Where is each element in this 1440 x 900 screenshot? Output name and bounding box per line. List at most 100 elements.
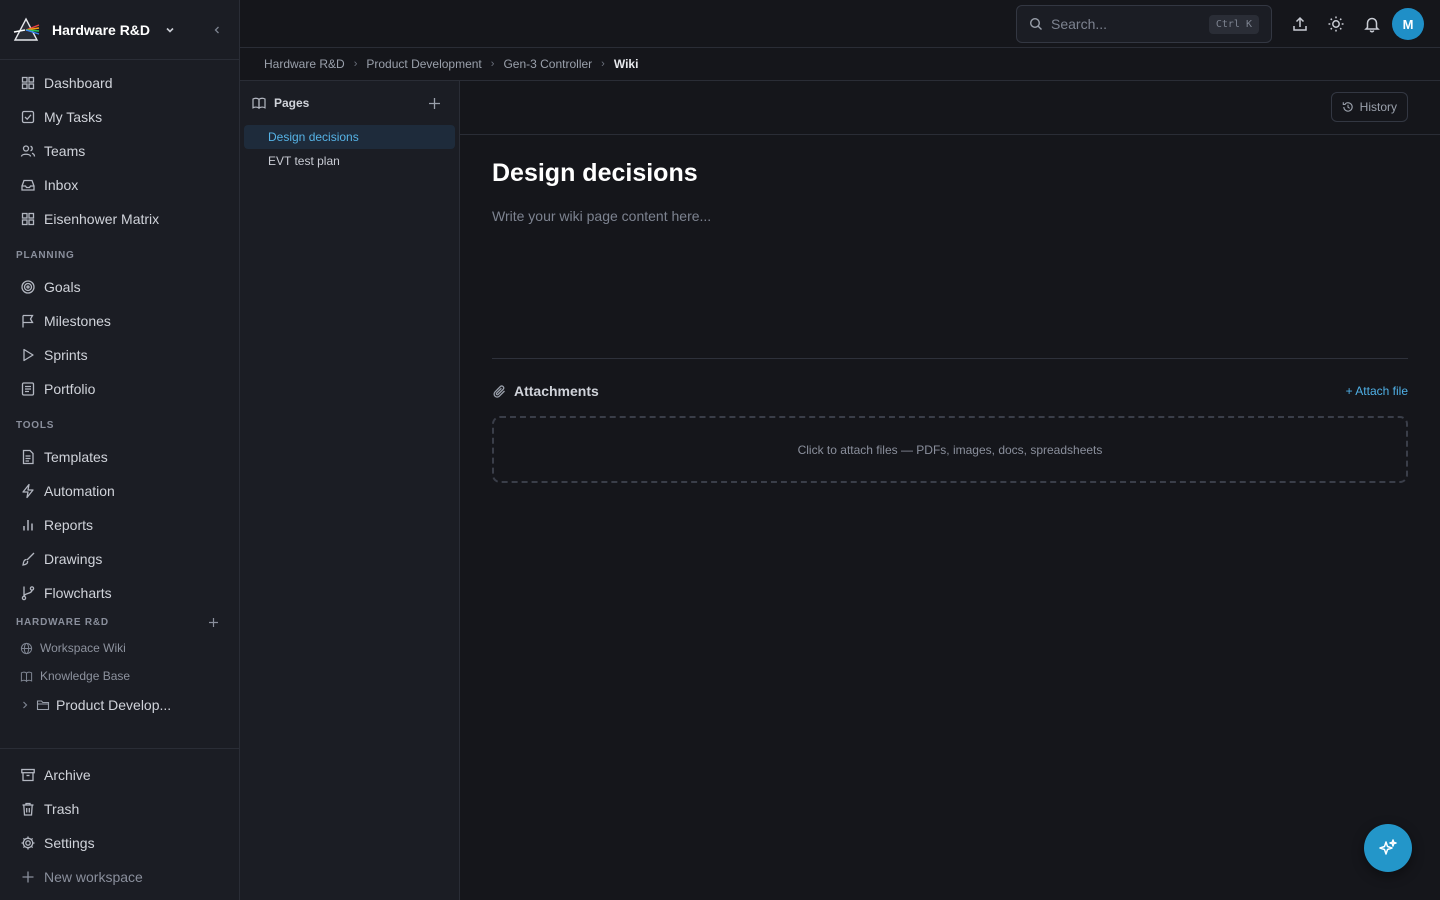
chevron-right-icon[interactable] (20, 700, 30, 710)
nav-teams[interactable]: Teams (0, 134, 239, 168)
page-title[interactable]: Design decisions (492, 159, 698, 188)
sparkles-icon (1379, 839, 1397, 855)
nav-portfolio[interactable]: Portfolio (0, 372, 239, 406)
breadcrumb-item-subproject[interactable]: Gen-3 Controller (503, 57, 592, 71)
workspace-switcher[interactable]: Hardware R&D (0, 0, 239, 60)
git-branch-icon (21, 586, 35, 601)
pages-header: Pages (240, 81, 459, 125)
nav-trash[interactable]: Trash (0, 792, 239, 826)
upload-icon[interactable] (1291, 15, 1309, 33)
users-icon (20, 145, 36, 157)
search-shortcut-badge: Ctrl K (1208, 14, 1259, 34)
attach-file-link[interactable]: + Attach file (1346, 384, 1408, 398)
section-label-workspace: HARDWARE R&D (16, 616, 109, 628)
sidebar-bottom-nav: Archive Trash Settings New workspace (0, 748, 239, 894)
nav-sprints[interactable]: Sprints (0, 338, 239, 372)
pages-title: Pages (274, 96, 310, 110)
page-item-design-decisions[interactable]: Design decisions (244, 125, 455, 149)
nav-label: Milestones (44, 313, 111, 329)
nav-label: Templates (44, 449, 108, 465)
nav-settings[interactable]: Settings (0, 826, 239, 860)
tree-item-product-development[interactable]: Product Develop... (0, 690, 239, 720)
nav-label: New workspace (44, 869, 143, 885)
breadcrumb-item-project[interactable]: Product Development (366, 57, 481, 71)
nav-templates[interactable]: Templates (0, 440, 239, 474)
dashboard-icon (21, 76, 35, 90)
attachment-dropzone[interactable]: Click to attach files — PDFs, images, do… (492, 416, 1408, 483)
nav-label: Goals (44, 279, 81, 295)
grid-icon (21, 212, 35, 226)
ai-assistant-button[interactable] (1364, 824, 1412, 872)
nav-label: Trash (44, 801, 80, 817)
nav-label: My Tasks (44, 109, 103, 125)
archive-icon (21, 768, 35, 782)
portfolio-icon (21, 382, 35, 396)
tree-item-label: Product Develop... (56, 697, 172, 713)
search-placeholder: Search... (1051, 16, 1108, 32)
main-nav: Dashboard My Tasks Teams Inbox Eisenhowe… (0, 60, 239, 720)
nav-eisenhower-matrix[interactable]: Eisenhower Matrix (0, 202, 239, 236)
add-page-plus-icon[interactable] (428, 97, 441, 110)
book-open-icon (252, 97, 266, 110)
search-input[interactable]: Search... Ctrl K (1016, 5, 1272, 43)
new-workspace-button[interactable]: New workspace (0, 860, 239, 894)
inbox-icon (21, 179, 35, 191)
workspace-name: Hardware R&D (52, 21, 151, 38)
nav-automation[interactable]: Automation (0, 474, 239, 508)
attachments-title: Attachments (514, 383, 599, 399)
pages-panel: Pages Design decisions EVT test plan (240, 81, 460, 900)
gear-icon (21, 836, 35, 850)
top-bar: Search... Ctrl K M (240, 0, 1440, 48)
history-label: History (1359, 100, 1397, 114)
nav-archive[interactable]: Archive (0, 758, 239, 792)
nav-label: Dashboard (44, 75, 113, 91)
add-section-plus-icon[interactable] (208, 617, 219, 628)
history-button[interactable]: History (1330, 92, 1408, 122)
plus-icon (22, 871, 34, 883)
user-avatar[interactable]: M (1392, 8, 1424, 40)
nav-label: Eisenhower Matrix (44, 211, 160, 227)
check-square-icon (21, 110, 35, 124)
wiki-editor-placeholder[interactable]: Write your wiki page content here... (492, 208, 711, 224)
attachments-header: Attachments + Attach file (492, 383, 1408, 399)
nav-label: Teams (44, 143, 86, 159)
breadcrumb: Hardware R&D › Product Development › Gen… (240, 48, 1440, 81)
nav-label: Archive (44, 767, 91, 783)
nav-label: Flowcharts (44, 585, 112, 601)
page-item-evt-test-plan[interactable]: EVT test plan (244, 149, 455, 173)
breadcrumb-item-workspace[interactable]: Hardware R&D (264, 57, 345, 71)
section-label-planning: PLANNING (16, 250, 75, 261)
notifications-bell-icon[interactable] (1363, 15, 1381, 33)
nav-dashboard[interactable]: Dashboard (0, 66, 239, 100)
nav-workspace-wiki[interactable]: Workspace Wiki (0, 634, 239, 662)
target-icon (21, 280, 35, 294)
content-toolbar: History (460, 81, 1440, 135)
trash-icon (22, 802, 34, 816)
nav-reports[interactable]: Reports (0, 508, 239, 542)
nav-label: Knowledge Base (40, 669, 131, 683)
nav-knowledge-base[interactable]: Knowledge Base (0, 662, 239, 690)
nav-inbox[interactable]: Inbox (0, 168, 239, 202)
nav-label: Drawings (44, 551, 103, 567)
chevron-down-icon[interactable] (164, 24, 176, 36)
section-row-workspace: HARDWARE R&D (0, 610, 239, 634)
nav-label: Workspace Wiki (40, 641, 126, 655)
book-icon (20, 671, 33, 682)
flag-icon (22, 314, 34, 328)
nav-flowcharts[interactable]: Flowcharts (0, 576, 239, 610)
theme-toggle-sun-icon[interactable] (1327, 15, 1345, 33)
brush-icon (22, 552, 35, 566)
nav-drawings[interactable]: Drawings (0, 542, 239, 576)
divider (492, 358, 1408, 359)
nav-label: Inbox (44, 177, 79, 193)
nav-label: Portfolio (44, 381, 96, 397)
search-icon (1029, 17, 1042, 30)
collapse-sidebar-icon[interactable] (211, 24, 223, 36)
nav-label: Settings (44, 835, 95, 851)
nav-my-tasks[interactable]: My Tasks (0, 100, 239, 134)
nav-milestones[interactable]: Milestones (0, 304, 239, 338)
bar-chart-icon (23, 520, 33, 531)
file-text-icon (22, 449, 34, 465)
breadcrumb-item-current: Wiki (613, 57, 639, 71)
nav-goals[interactable]: Goals (0, 270, 239, 304)
